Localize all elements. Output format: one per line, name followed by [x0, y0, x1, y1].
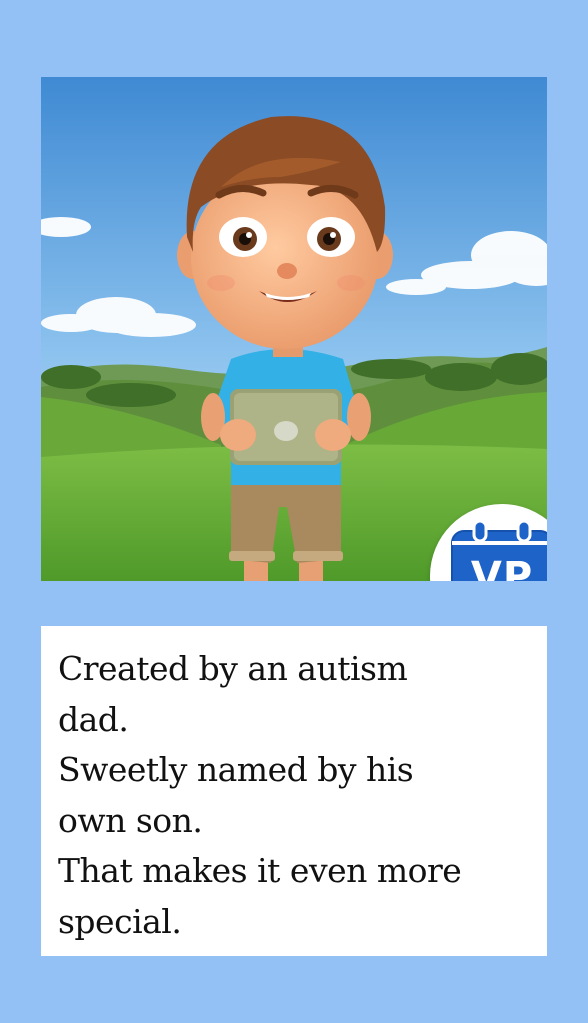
caption-line: special.: [58, 901, 182, 941]
caption-line: dad.: [58, 699, 129, 739]
vp-logo-text: VP: [470, 554, 534, 581]
caption-line: Sweetly named by his: [58, 750, 414, 789]
caption-card: Created by an autism dad. Sweetly named …: [41, 626, 547, 956]
caption-line: own son.: [58, 800, 203, 840]
story-card: VP Created by an autism dad. Sweetly nam…: [0, 0, 588, 1023]
hero-illustration: VP: [41, 77, 547, 581]
caption-line: That makes it even more: [58, 851, 462, 890]
vp-app-logo: VP: [430, 504, 547, 581]
caption-line: Created by an autism: [58, 649, 408, 688]
